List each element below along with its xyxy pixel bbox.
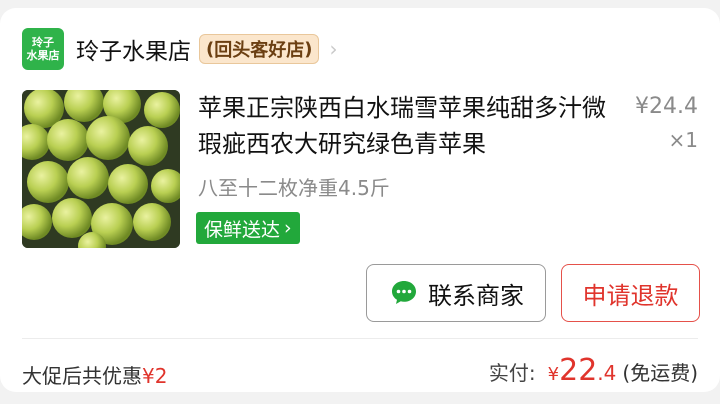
discount-label: 大促后共优惠 bbox=[22, 364, 142, 388]
product-spec: 八至十二枚净重4.5斤 bbox=[198, 176, 390, 200]
contact-seller-button[interactable]: 联系商家 bbox=[366, 264, 546, 322]
store-logo-line1: 玲子 bbox=[32, 36, 54, 49]
request-refund-label: 申请退款 bbox=[582, 281, 679, 310]
product-title[interactable]: 苹果正宗陕西白水瑞雪苹果纯甜多汁微瑕疵西农大研究绿色青苹果 bbox=[198, 90, 618, 162]
product-thumbnail[interactable] bbox=[22, 90, 180, 248]
discount-amount: ¥2 bbox=[142, 364, 168, 388]
discount-summary: 大促后共优惠¥2 bbox=[22, 360, 167, 389]
unit-price: ¥24.4 bbox=[635, 94, 698, 119]
store-badge-label: 回头客好店 bbox=[214, 40, 305, 61]
chevron-right-icon: › bbox=[284, 217, 292, 239]
fresh-delivery-badge: 保鲜送达 › bbox=[196, 212, 300, 244]
store-logo-line2: 水果店 bbox=[26, 49, 60, 62]
chevron-right-icon[interactable]: › bbox=[329, 37, 337, 61]
paid-amount-integer: 22 bbox=[559, 353, 598, 388]
fresh-badge-label: 保鲜送达 bbox=[204, 218, 281, 241]
paid-label: 实付: bbox=[488, 361, 536, 385]
divider bbox=[22, 338, 698, 339]
paid-currency-symbol: ¥ bbox=[547, 364, 560, 385]
badge-bracket-left-icon: ( bbox=[206, 38, 215, 60]
paid-amount-decimal: .4 bbox=[597, 361, 617, 385]
paid-summary: 实付: ¥ 22 .4 (免运费) bbox=[489, 353, 698, 388]
item-quantity: ×1 bbox=[668, 128, 698, 152]
contact-seller-label: 联系商家 bbox=[428, 281, 524, 310]
chat-bubble-icon bbox=[392, 281, 416, 304]
green-apples-icon bbox=[22, 90, 180, 248]
badge-bracket-right-icon: ) bbox=[304, 38, 313, 60]
shipping-note: (免运费) bbox=[622, 361, 698, 385]
store-badge: ( 回头客好店 ) bbox=[199, 34, 320, 64]
order-card: 玲子 水果店 玲子水果店 ( 回头客好店 ) › 苹果正宗陕西白水瑞雪苹果纯甜多… bbox=[0, 8, 720, 392]
store-header[interactable]: 玲子 水果店 玲子水果店 ( 回头客好店 ) › bbox=[22, 28, 337, 70]
store-name[interactable]: 玲子水果店 bbox=[76, 32, 191, 66]
request-refund-button[interactable]: 申请退款 bbox=[561, 264, 700, 322]
store-logo: 玲子 水果店 bbox=[22, 28, 64, 70]
